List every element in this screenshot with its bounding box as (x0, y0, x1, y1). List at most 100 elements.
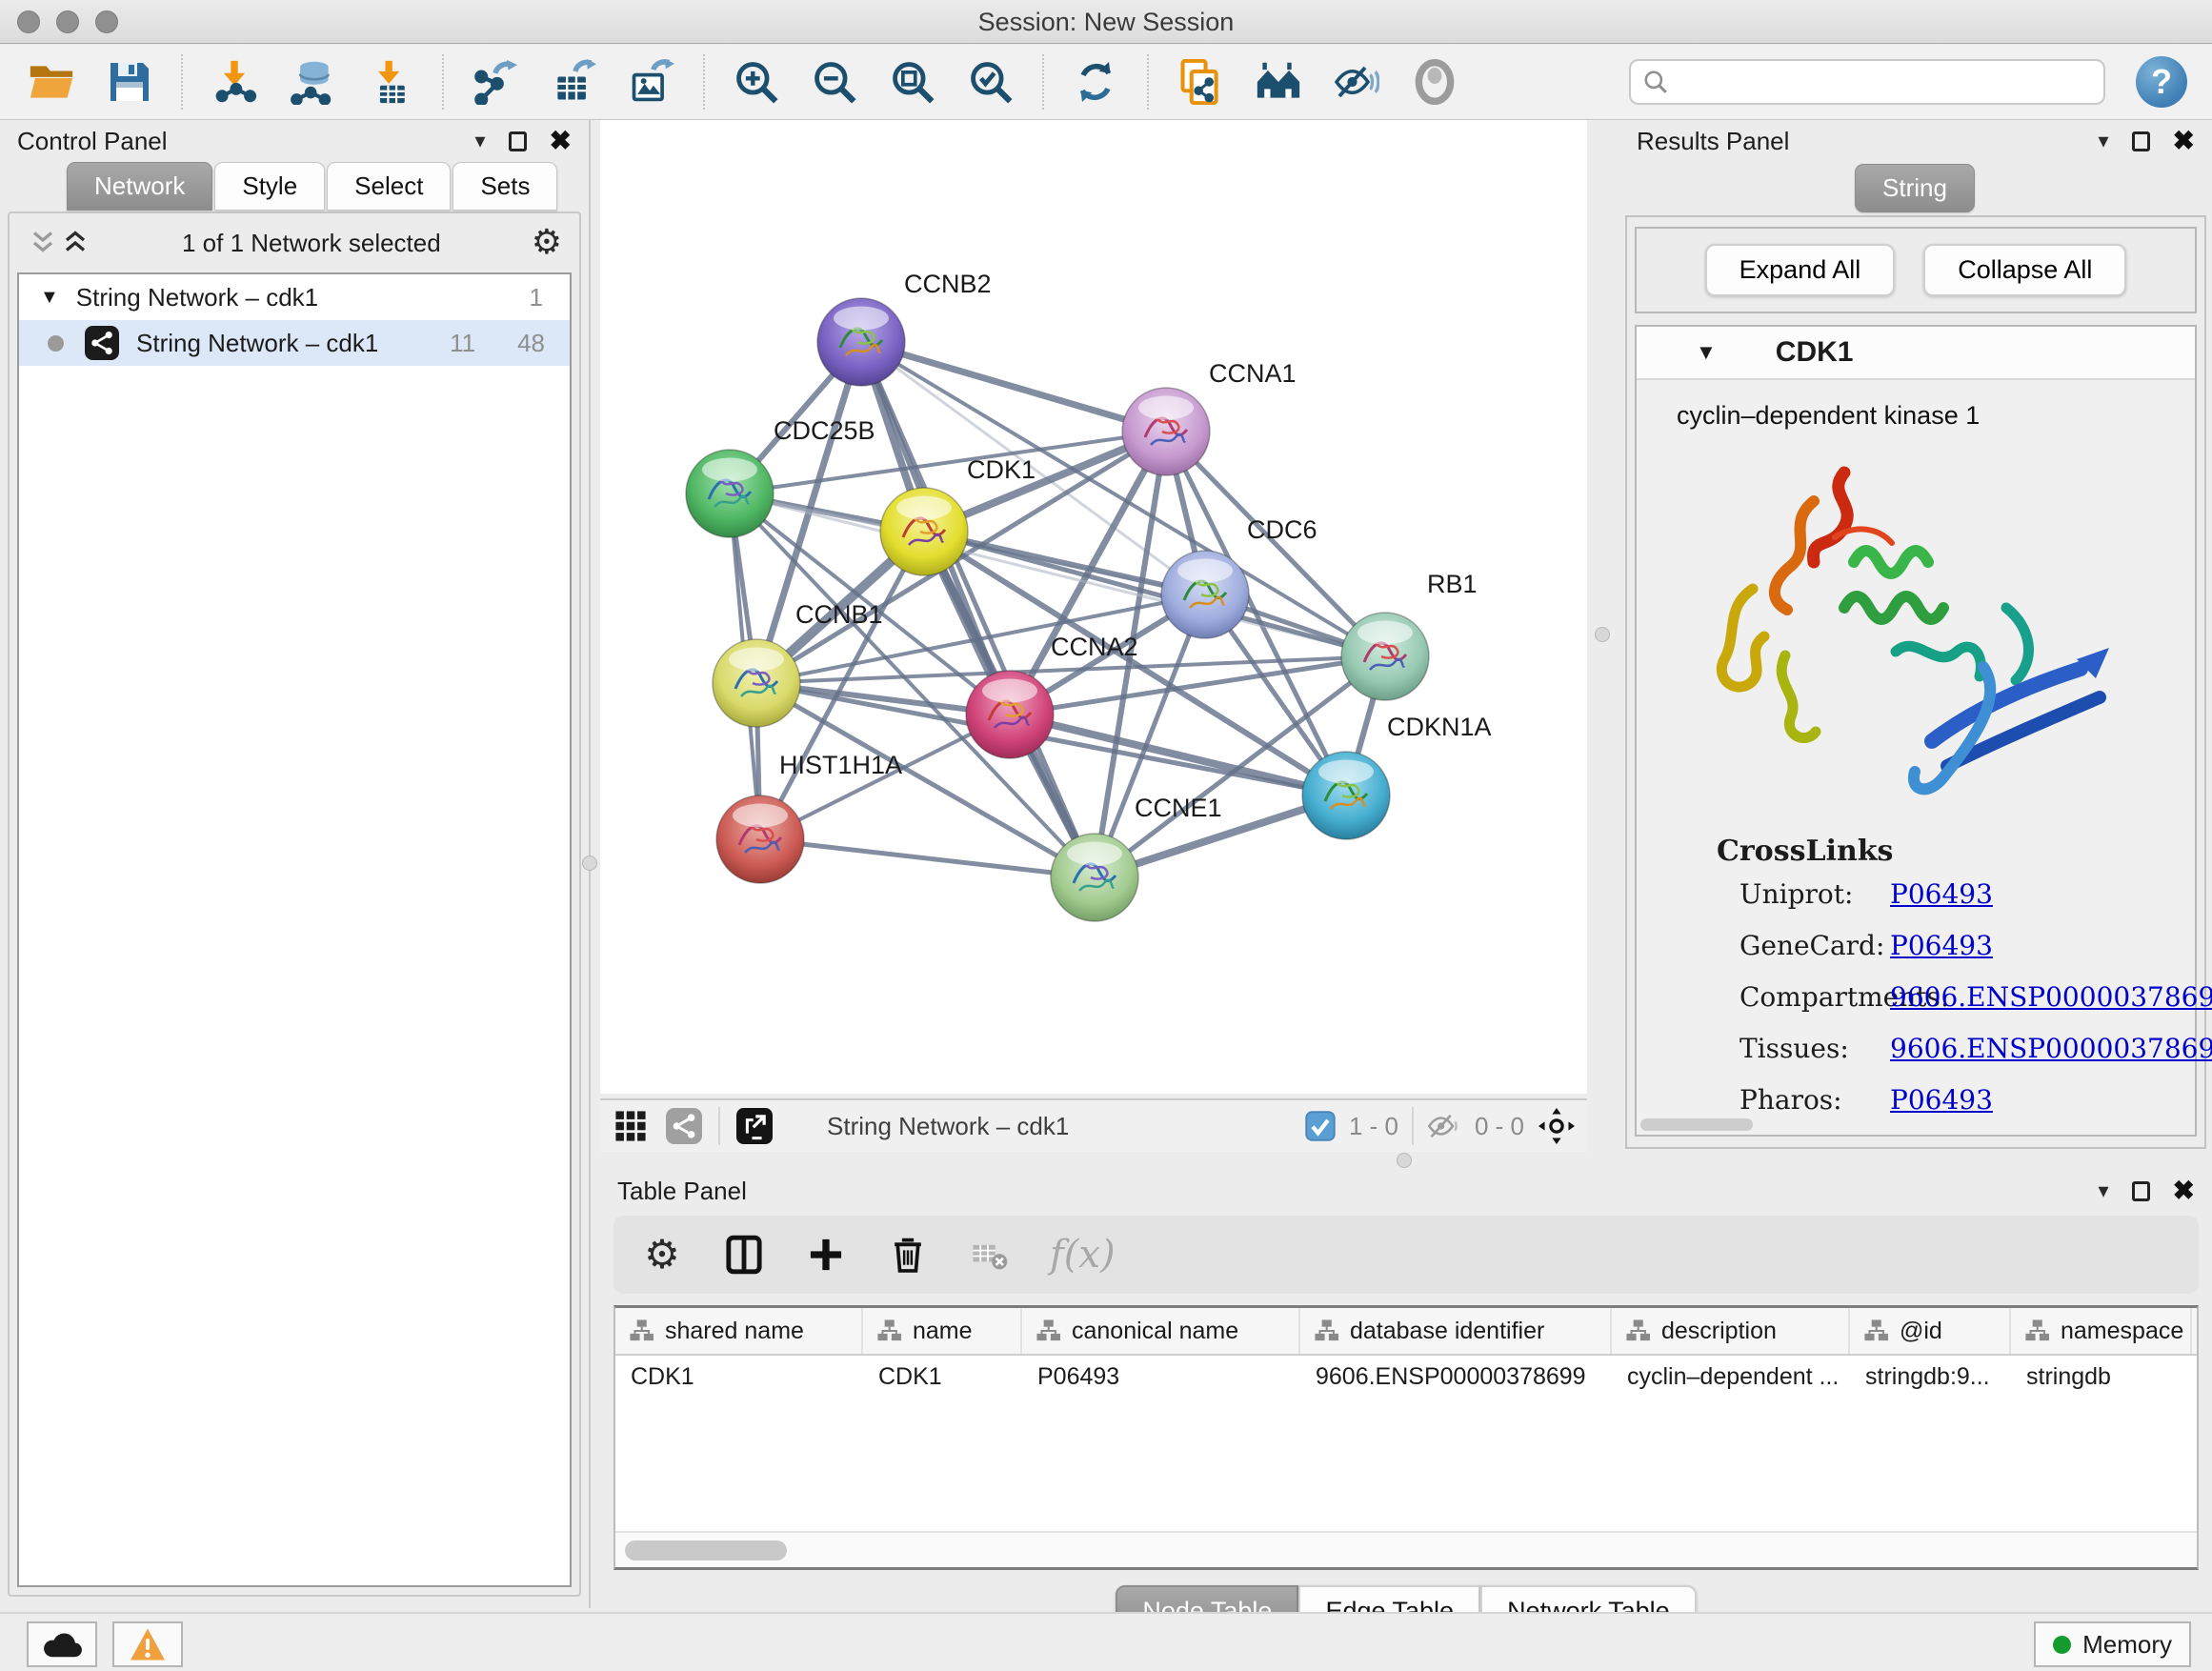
network-overview-button[interactable] (1254, 57, 1303, 107)
table-panel-close-icon[interactable]: ✖ (2173, 1178, 2195, 1204)
tab-style[interactable]: Style (214, 162, 325, 211)
import-table-button[interactable] (366, 57, 415, 107)
gene-collapse-icon[interactable]: ▼ (1696, 340, 1717, 365)
zoom-fit-button[interactable] (888, 57, 937, 107)
bottom-splitter-handle[interactable] (1397, 1153, 1412, 1168)
column-header-database-identifier[interactable]: database identifier (1300, 1308, 1612, 1354)
zoom-out-button[interactable] (810, 57, 859, 107)
crosslink-value-link[interactable]: 9606.ENSP00000378699 (1890, 1033, 2212, 1064)
network-collection-row[interactable]: ▼ String Network – cdk1 1 (19, 274, 570, 320)
column-header-shared-name[interactable]: shared name (615, 1308, 863, 1354)
collection-expand-icon[interactable]: ▼ (40, 287, 59, 309)
results-panel-float-icon[interactable] (2132, 131, 2150, 151)
delete-column-button[interactable] (886, 1233, 930, 1277)
close-window-button[interactable] (17, 10, 40, 33)
results-panel-minimize-icon[interactable]: ▾ (2098, 131, 2108, 151)
table-panel-minimize-icon[interactable]: ▾ (2098, 1180, 2108, 1201)
import-network-file-button[interactable] (210, 57, 259, 107)
right-splitter-handle[interactable] (1595, 627, 1610, 642)
expand-all-button[interactable]: Expand All (1705, 244, 1896, 296)
network-node-cdc6[interactable]: CDC6 (1161, 515, 1317, 638)
network-edge-hist1h1a-ccne1[interactable] (760, 839, 1095, 877)
memory-button[interactable]: Memory (2034, 1621, 2191, 1667)
table-cell[interactable]: stringdb:9... (1850, 1363, 2011, 1391)
birdseye-toggle-button[interactable] (1538, 1107, 1576, 1145)
refresh-network-button[interactable] (1071, 57, 1120, 107)
maximize-window-button[interactable] (95, 10, 118, 33)
warnings-button[interactable] (112, 1621, 183, 1667)
cloud-button[interactable] (27, 1621, 97, 1667)
node-label-ccnb2: CCNB2 (904, 270, 992, 298)
import-network-database-button[interactable] (288, 57, 337, 107)
tab-sets[interactable]: Sets (452, 162, 557, 211)
network-node-cdkn1a[interactable]: CDKN1A (1302, 713, 1492, 839)
network-canvas[interactable]: CCNB2CCNA1CDC25BCDK1CDC6RB1CCNB1CCNA2CDK… (600, 120, 1587, 1094)
open-session-button[interactable] (27, 57, 76, 107)
network-share-view-button[interactable] (665, 1107, 703, 1145)
export-network-button[interactable] (471, 57, 520, 107)
tab-string[interactable]: String (1855, 164, 1975, 212)
table-cell[interactable]: stringdb (2011, 1363, 2192, 1391)
tab-select[interactable]: Select (327, 162, 451, 211)
control-panel-minimize-icon[interactable]: ▾ (474, 131, 485, 151)
section-scrollbar-thumb[interactable] (1640, 1118, 1753, 1131)
zoom-in-button[interactable] (732, 57, 781, 107)
table-cell[interactable]: CDK1 (615, 1363, 863, 1391)
control-panel-close-icon[interactable]: ✖ (550, 128, 572, 154)
zoom-selected-button[interactable] (966, 57, 1016, 107)
hidden-eye-icon[interactable] (1427, 1111, 1461, 1141)
column-header-id[interactable]: @id (1850, 1308, 2011, 1354)
selected-checkbox-icon[interactable] (1305, 1111, 1336, 1141)
show-details-button[interactable] (1410, 57, 1459, 107)
table-horizontal-scrollbar[interactable] (615, 1531, 2197, 1567)
create-column-button[interactable] (804, 1233, 848, 1277)
column-header-namespace[interactable]: namespace (2011, 1308, 2192, 1354)
network-node-ccne1[interactable]: CCNE1 (1051, 794, 1222, 921)
network-node-hist1h1a[interactable]: HIST1H1A (716, 751, 902, 883)
show-grid-button[interactable] (612, 1107, 650, 1145)
export-table-button[interactable] (549, 57, 598, 107)
table-cell[interactable]: P06493 (1022, 1363, 1300, 1391)
network-edge-ccnb2-ccne1[interactable] (861, 342, 1095, 877)
table-cell[interactable]: CDK1 (863, 1363, 1022, 1391)
column-header-description[interactable]: description (1612, 1308, 1850, 1354)
column-header-name[interactable]: name (863, 1308, 1022, 1354)
delete-table-button[interactable] (968, 1233, 1012, 1277)
export-image-button[interactable] (627, 57, 676, 107)
houses-icon (1256, 59, 1301, 105)
crosslink-value-link[interactable]: P06493 (1890, 930, 1993, 961)
control-panel-float-icon[interactable] (509, 131, 527, 151)
left-splitter-handle[interactable] (582, 856, 597, 871)
network-node-rb1[interactable]: RB1 (1341, 570, 1478, 700)
network-node-ccna1[interactable]: CCNA1 (1122, 359, 1297, 475)
table-options-button[interactable]: ⚙ (640, 1233, 684, 1277)
detach-view-button[interactable] (735, 1107, 774, 1145)
scrollbar-thumb[interactable] (625, 1540, 787, 1560)
gene-section-header[interactable]: ▼ CDK1 (1637, 327, 2195, 380)
minimize-window-button[interactable] (56, 10, 79, 33)
network-row[interactable]: String Network – cdk1 11 48 (19, 320, 570, 366)
collapse-all-button[interactable]: Collapse All (1923, 244, 2126, 296)
crosslink-value-link[interactable]: 9606.ENSP00000378699 (1890, 981, 2212, 1013)
search-input[interactable] (1679, 68, 2092, 97)
table-row[interactable]: CDK1CDK1P064939606.ENSP00000378699cyclin… (615, 1356, 2197, 1398)
results-panel-close-icon[interactable]: ✖ (2173, 128, 2195, 154)
crosslink-value-link[interactable]: P06493 (1890, 1084, 1993, 1116)
column-header-canonical-name[interactable]: canonical name (1022, 1308, 1300, 1354)
table-panel-float-icon[interactable] (2132, 1181, 2150, 1201)
expand-all-icon[interactable] (59, 229, 91, 257)
table-cell[interactable]: 9606.ENSP00000378699 (1300, 1363, 1612, 1391)
network-edge-ccnb2-ccna1[interactable] (861, 342, 1166, 432)
hide-details-button[interactable] (1332, 57, 1381, 107)
collapse-all-icon[interactable] (27, 229, 59, 257)
function-builder-button[interactable]: f(x) (1050, 1233, 1116, 1277)
duplicate-network-button[interactable] (1176, 57, 1225, 107)
column-tree-icon (1863, 1319, 1888, 1343)
tab-network[interactable]: Network (67, 162, 212, 211)
save-session-button[interactable] (105, 57, 154, 107)
crosslink-value-link[interactable]: P06493 (1890, 878, 1993, 910)
network-options-gear-icon[interactable]: ⚙ (532, 226, 562, 260)
table-cell[interactable]: cyclin–dependent ... (1612, 1363, 1850, 1391)
show-columns-button[interactable] (722, 1233, 766, 1277)
help-button[interactable]: ? (2136, 56, 2187, 108)
